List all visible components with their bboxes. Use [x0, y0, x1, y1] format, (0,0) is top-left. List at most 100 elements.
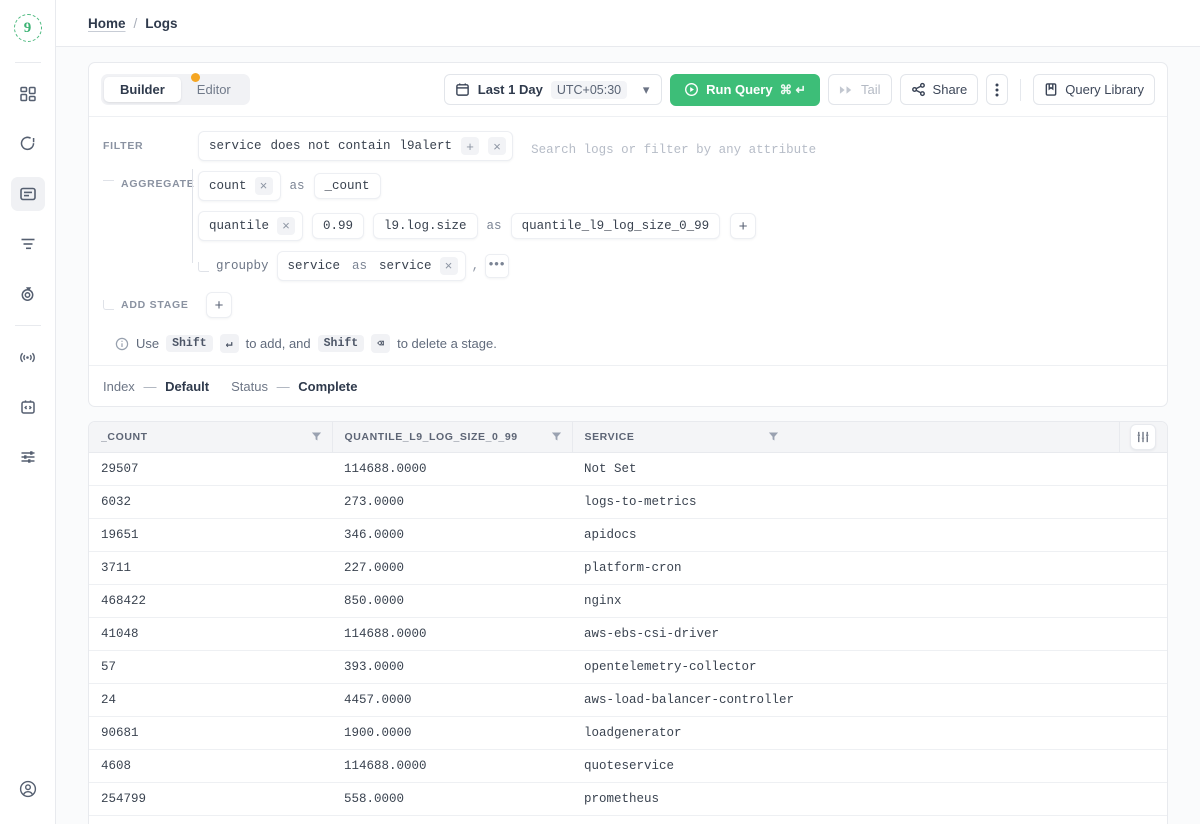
cell-quantile: 410.0900	[332, 815, 572, 824]
account-button[interactable]	[11, 772, 45, 806]
column-header-service[interactable]: SERVICE	[572, 422, 1119, 452]
info-icon	[115, 337, 129, 351]
aggregate-remove-icon[interactable]: ×	[255, 177, 273, 195]
hint-kbd-shift-2: Shift	[318, 335, 365, 352]
add-aggregate-button[interactable]: +	[730, 213, 756, 239]
add-stage-button[interactable]: +	[206, 292, 232, 318]
groupby-alias[interactable]: service	[379, 259, 432, 273]
cell-service: kube-state-metrics	[572, 815, 1119, 824]
share-label: Share	[933, 82, 968, 97]
aggregate-function-count[interactable]: count ×	[198, 171, 281, 201]
tail-button[interactable]: Tail	[828, 74, 892, 105]
filter-funnel-icon[interactable]	[768, 431, 779, 442]
builder-tree-line	[192, 169, 193, 263]
sidebar-item-settings[interactable]	[11, 440, 45, 474]
cell-count: 29507	[89, 452, 332, 485]
groupby-chip[interactable]: service as service ×	[277, 251, 466, 281]
aggregate-arg-field[interactable]: l9.log.size	[373, 213, 478, 239]
time-range-picker[interactable]: Last 1 Day UTC+05:30 ▾	[444, 74, 662, 105]
cell-quantile: 114688.0000	[332, 749, 572, 782]
left-nav-rail: 9	[0, 0, 56, 824]
aggregate-remove-icon[interactable]: ×	[277, 217, 295, 235]
filter-operator[interactable]: does not contain	[271, 139, 391, 153]
status-dash: —	[277, 379, 290, 394]
table-row[interactable]: 29507114688.0000Not Set	[89, 452, 1167, 485]
sidebar-item-alerts[interactable]	[11, 127, 45, 161]
cell-quantile: 273.0000	[332, 485, 572, 518]
cell-quantile: 393.0000	[332, 650, 572, 683]
chevron-down-icon[interactable]: ▾	[635, 76, 657, 103]
timezone-chip[interactable]: UTC+05:30	[551, 81, 627, 99]
aggregate-alias-count[interactable]: _count	[314, 173, 381, 199]
table-row[interactable]: 6032273.0000logs-to-metrics	[89, 485, 1167, 518]
hint-prefix: Use	[136, 336, 159, 351]
sidebar-item-rum[interactable]	[11, 340, 45, 374]
sidebar-item-apm[interactable]	[11, 390, 45, 424]
hint-suffix: to delete a stage.	[397, 336, 497, 351]
cell-spacer	[1119, 485, 1167, 518]
query-library-button[interactable]: Query Library	[1033, 74, 1155, 105]
sidebar-item-logs[interactable]	[11, 177, 45, 211]
cell-spacer	[1119, 650, 1167, 683]
filter-add-icon[interactable]: +	[461, 137, 479, 155]
page-body: Builder Editor Last 1 Day UTC+05:3	[56, 47, 1200, 824]
table-row[interactable]: 57393.0000opentelemetry-collector	[89, 650, 1167, 683]
filter-token[interactable]: service does not contain l9alert + ×	[198, 131, 513, 161]
groupby-tree-branch	[198, 262, 209, 272]
cell-count: 468422	[89, 584, 332, 617]
table-row[interactable]: 906811900.0000loadgenerator	[89, 716, 1167, 749]
column-header-count[interactable]: _COUNT	[89, 422, 332, 452]
cell-spacer	[1119, 716, 1167, 749]
breadcrumb-home[interactable]: Home	[88, 16, 126, 31]
main-column: Home / Logs Builder Editor	[56, 0, 1200, 824]
table-row[interactable]: 3711227.0000platform-cron	[89, 551, 1167, 584]
column-header-quantile[interactable]: QUANTILE_L9_LOG_SIZE_0_99	[332, 422, 572, 452]
cell-service: quoteservice	[572, 749, 1119, 782]
cell-spacer	[1119, 782, 1167, 815]
tab-editor[interactable]: Editor	[181, 77, 247, 102]
app-logo[interactable]: 9	[14, 0, 42, 56]
status-value: Complete	[298, 379, 357, 394]
groupby-field[interactable]: service	[288, 259, 341, 273]
keyboard-hint: Use Shift ↵ to add, and Shift ⌫ to delet…	[89, 324, 1167, 353]
groupby-more-button[interactable]: •••	[485, 254, 509, 278]
more-options-button[interactable]	[986, 74, 1008, 105]
table-row[interactable]: 244457.0000aws-load-balancer-controller	[89, 683, 1167, 716]
table-row[interactable]: 468422850.0000nginx	[89, 584, 1167, 617]
cell-service: platform-cron	[572, 551, 1119, 584]
filter-value[interactable]: l9alert	[400, 139, 453, 153]
table-row[interactable]: 1630249410.0900kube-state-metrics	[89, 815, 1167, 824]
table-row[interactable]: 19651346.0000apidocs	[89, 518, 1167, 551]
cell-count: 3711	[89, 551, 332, 584]
tab-builder[interactable]: Builder	[104, 77, 181, 102]
filter-funnel-icon[interactable]	[551, 431, 562, 442]
groupby-row: groupby service as service × , •••	[89, 251, 1167, 283]
cell-count: 24	[89, 683, 332, 716]
share-button[interactable]: Share	[900, 74, 979, 105]
aggregate-arg-quantile-level[interactable]: 0.99	[312, 213, 364, 239]
sidebar-item-dashboards[interactable]	[11, 77, 45, 111]
tail-label: Tail	[861, 82, 881, 97]
table-row[interactable]: 254799558.0000prometheus	[89, 782, 1167, 815]
column-settings-header	[1119, 422, 1167, 452]
aggregate-function-quantile[interactable]: quantile ×	[198, 211, 303, 241]
table-row[interactable]: 41048114688.0000aws-ebs-csi-driver	[89, 617, 1167, 650]
column-settings-button[interactable]	[1130, 424, 1156, 450]
sidebar-item-traces[interactable]	[11, 227, 45, 261]
filter-field[interactable]: service	[209, 139, 262, 153]
results-table-body: 29507114688.0000Not Set6032273.0000logs-…	[89, 452, 1167, 824]
groupby-tokens: groupby service as service × , •••	[198, 251, 509, 281]
status-key: Status	[231, 379, 268, 394]
table-row[interactable]: 4608114688.0000quoteservice	[89, 749, 1167, 782]
add-stage-label: ADD STAGE	[121, 292, 189, 311]
groupby-remove-icon[interactable]: ×	[440, 257, 458, 275]
filter-funnel-icon[interactable]	[311, 431, 322, 442]
search-input[interactable]: Search logs or filter by any attribute	[513, 136, 816, 157]
cell-service: loadgenerator	[572, 716, 1119, 749]
run-query-button[interactable]: Run Query ⌘ ↵	[670, 74, 820, 106]
app-root: 9	[0, 0, 1200, 824]
aggregate-alias-quantile[interactable]: quantile_l9_log_size_0_99	[511, 213, 721, 239]
sidebar-item-insights[interactable]	[11, 277, 45, 311]
filter-remove-icon[interactable]: ×	[488, 137, 506, 155]
cell-service: aws-ebs-csi-driver	[572, 617, 1119, 650]
